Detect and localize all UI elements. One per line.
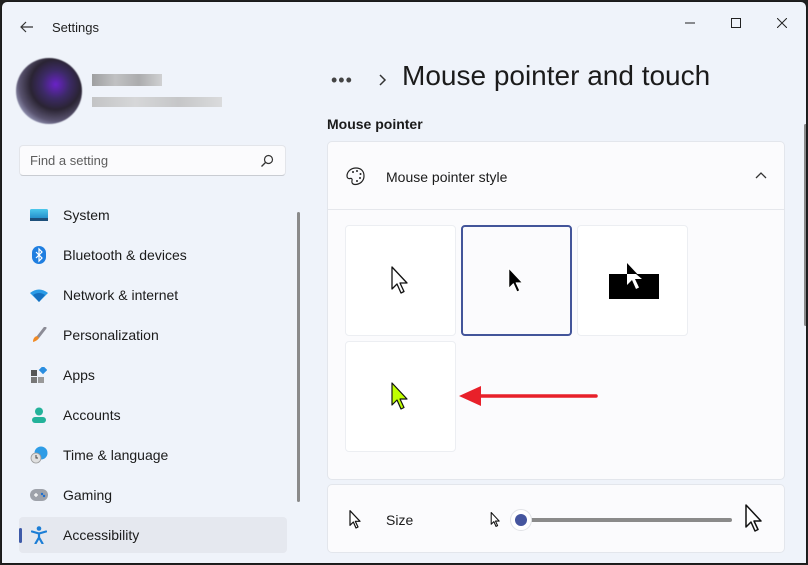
gamepad-icon [30,486,48,504]
back-button[interactable] [14,14,40,40]
main-scrollbar[interactable] [804,124,806,326]
search-icon[interactable] [259,153,275,169]
annotation-arrow [459,386,598,406]
profile-email: [blurred email] [92,97,222,107]
black-cursor-icon [507,267,523,292]
sidebar-item-label: Network & internet [63,287,179,303]
pointer-style-header[interactable]: Mouse pointer style [328,142,784,210]
title-bar: Settings [2,2,806,50]
small-cursor-icon [490,512,500,527]
person-icon [30,406,48,424]
size-card: Size [327,484,785,553]
white-cursor-icon [390,265,408,294]
accessibility-icon [30,526,48,544]
slider-track[interactable] [520,518,732,522]
size-label: Size [386,512,414,528]
minimize-icon [685,22,695,24]
profile-name: [blurred name] [92,74,162,86]
sidebar-item-bluetooth[interactable]: Bluetooth & devices [19,237,287,273]
avatar[interactable] [16,58,82,124]
monitor-icon [30,206,48,224]
pointer-style-custom[interactable] [345,341,456,452]
sidebar-item-network[interactable]: Network & internet [19,277,287,313]
sidebar-item-label: Accessibility [63,527,140,543]
large-cursor-icon [745,504,762,532]
palette-icon [346,167,365,186]
sidebar-item-accessibility[interactable]: Accessibility [19,517,287,553]
sidebar-item-label: Gaming [63,487,113,503]
search-box[interactable] [19,145,286,176]
sidebar-item-label: Personalization [63,327,159,343]
bluetooth-icon [30,246,48,264]
sidebar-nav: System Bluetooth & devices Network & int… [19,197,287,557]
pointer-style-black[interactable] [461,225,572,336]
search-input[interactable] [20,146,240,175]
close-icon [777,18,787,28]
sidebar-item-gaming[interactable]: Gaming [19,477,287,513]
page-title: Mouse pointer and touch [402,60,711,91]
app-title: Settings [52,20,99,35]
pointer-style-title: Mouse pointer style [386,169,508,185]
globe-clock-icon [30,446,48,464]
slider-thumb[interactable] [510,509,532,531]
inverted-cursor-icon [608,262,659,299]
pointer-style-white[interactable] [345,225,456,336]
sidebar-item-label: System [63,207,110,223]
breadcrumb-more-button[interactable]: ••• [331,70,359,91]
sidebar-item-system[interactable]: System [19,197,287,233]
sidebar-scrollbar[interactable] [297,212,300,502]
arrow-left-icon [20,21,33,33]
sidebar-item-personalization[interactable]: Personalization [19,317,287,353]
sidebar-item-label: Apps [63,367,95,383]
pointer-style-inverted[interactable] [577,225,688,336]
custom-color-cursor-icon [390,381,408,410]
wifi-icon [30,286,48,304]
sidebar-item-label: Bluetooth & devices [63,247,187,263]
maximize-icon [731,18,741,28]
close-button[interactable] [759,8,805,38]
maximize-button[interactable] [713,8,759,38]
apps-icon [30,366,48,384]
chevron-up-icon[interactable] [754,169,768,183]
sidebar-item-label: Time & language [63,447,169,463]
cursor-icon [349,510,361,529]
sidebar-item-label: Accounts [63,407,121,423]
sidebar-item-accounts[interactable]: Accounts [19,397,287,433]
chevron-right-icon [379,74,387,86]
pointer-style-card: Mouse pointer style [327,141,785,480]
sidebar-item-time-language[interactable]: Time & language [19,437,287,473]
sidebar-item-apps[interactable]: Apps [19,357,287,393]
breadcrumb: ••• [331,60,389,100]
paintbrush-icon [30,326,48,344]
size-slider[interactable] [510,509,732,531]
settings-window: Settings [blurred name] [blurred email] … [1,1,807,564]
minimize-button[interactable] [667,8,713,38]
section-label: Mouse pointer [327,116,423,132]
